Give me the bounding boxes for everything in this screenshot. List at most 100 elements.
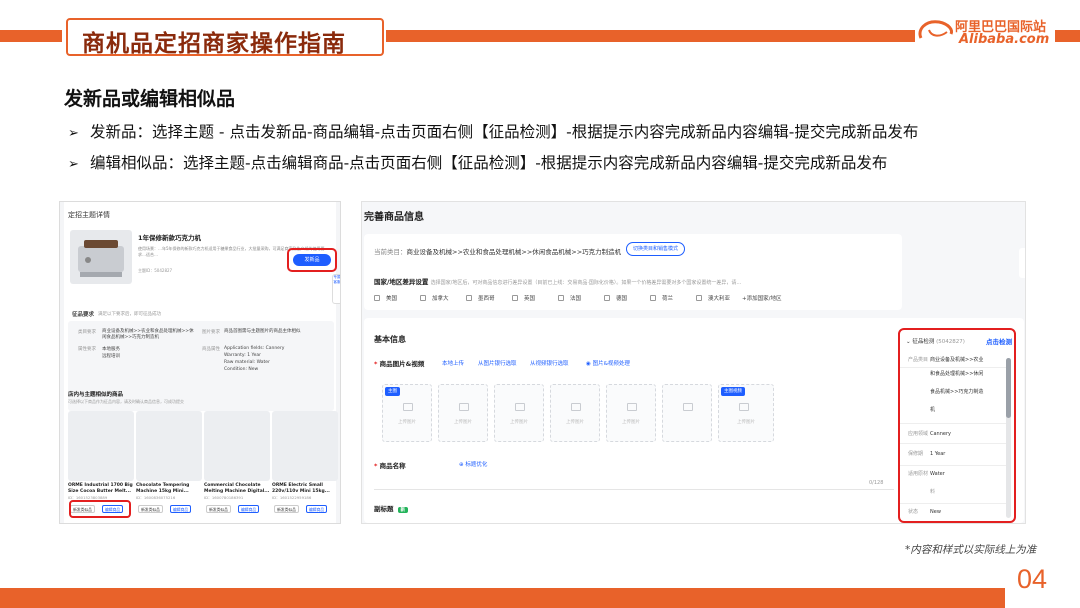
alibaba-logo: 阿里巴巴国际站 Alibaba.com <box>915 10 1055 52</box>
similar-product-name[interactable]: Commercial Chocolate Melting Machine Dig… <box>204 483 270 495</box>
arrow-bullet-icon: ➢ <box>68 126 79 141</box>
side-helper-tab[interactable] <box>1019 248 1025 278</box>
highlight-box <box>287 248 337 272</box>
country-checkbox[interactable]: 美国 <box>374 294 397 302</box>
img-req-label: 图片要求 <box>202 330 220 335</box>
section-title: 发新品或编辑相似品 <box>64 88 236 110</box>
product-info-title: 完善商品信息 <box>364 212 424 223</box>
category-value: 商业设备及机械>>农业和食品处理机械>>休闲食品机械>>巧克力制造机 <box>406 248 622 256</box>
region-diff-label: 国家/地区差异设置 <box>374 278 429 286</box>
similar-product-image[interactable] <box>204 411 270 481</box>
similar-products-note: 可选择以下商品作为征品内容，请及时确认商品信息，可成功提交 <box>68 399 184 404</box>
upload-slot[interactable] <box>662 384 712 442</box>
new-badge: 新 <box>397 507 408 513</box>
check-row: 料 <box>900 486 1006 504</box>
theme-detail-heading: 定招主题详情 <box>68 211 110 219</box>
similar-product-image[interactable] <box>68 411 134 481</box>
attr-item: Raw material: Water <box>224 360 270 365</box>
similar-product-image[interactable] <box>136 411 202 481</box>
edit-product-button[interactable]: 编辑商品 <box>170 505 192 513</box>
attr-req-label: 属性要求 <box>78 347 96 352</box>
category-box: 当前类目：商业设备及机械>>农业和食品处理机械>>休闲食品机械>>巧克力制造机 … <box>364 234 902 310</box>
image-bank-link[interactable]: 从图片银行选取 <box>478 359 517 367</box>
cat-req-label: 类目要求 <box>78 330 96 335</box>
local-upload-link[interactable]: 本地上传 <box>442 359 464 367</box>
requirements-note: 满足以下要求后，即可征品成功 <box>98 312 161 317</box>
upload-slot[interactable]: 上传图片 <box>550 384 600 442</box>
image-icon <box>627 403 637 411</box>
subtitle-label: 副标题新 <box>374 503 408 513</box>
alibaba-logo-mark-icon <box>918 20 953 39</box>
attr-remote-training: 远程培训 <box>102 354 120 359</box>
product-title: 1年保修新款巧克力机 <box>138 234 202 242</box>
footnote: *内容和样式以实际线上为准 <box>905 544 1037 556</box>
similar-product-name[interactable]: ORME Electric Small 220v/110v Mini 15kg.… <box>272 483 338 495</box>
product-name-label: * 商品名称 <box>374 462 406 470</box>
similar-product-id: ID：1601522959186 <box>272 495 312 500</box>
name-char-count: 0/128 <box>869 480 884 486</box>
country-checkbox[interactable]: 德国 <box>604 294 627 302</box>
new-similar-button[interactable]: 新发类似品 <box>274 505 299 513</box>
check-row: 应用领域 Cannery <box>900 428 1006 444</box>
scrollbar-thumb[interactable] <box>1006 358 1011 418</box>
edit-product-button[interactable]: 编辑商品 <box>238 505 260 513</box>
attr-local-service: 本地服务 <box>102 347 120 352</box>
new-similar-button[interactable]: 新发类似品 <box>138 505 163 513</box>
check-panel-header: ⌄ 征品检测 (5042827) <box>906 339 965 345</box>
panel-scrollbar[interactable] <box>1006 358 1011 518</box>
similar-product-id: ID：1600836075216 <box>136 495 176 500</box>
upload-slot[interactable]: 主图 上传图片 <box>382 384 432 442</box>
upload-slot[interactable]: 上传图片 <box>438 384 488 442</box>
theme-id: 主题ID：5042827 <box>138 268 173 273</box>
upload-slot[interactable]: 上传图片 <box>606 384 656 442</box>
region-diff-note: 选择国家/地区后，可对商品信息进行差异设置（目前已上线：交易商品·国际化价格）。… <box>430 280 742 286</box>
country-checkbox[interactable]: 墨西哥 <box>466 294 495 302</box>
similar-product-name[interactable]: ORME Industrial 1700 Big Size Cocoa Butt… <box>68 483 134 495</box>
check-row: 适用原材 Water <box>908 471 945 477</box>
country-checkbox[interactable]: 英国 <box>512 294 535 302</box>
attr-item: Warranty: 1 Year <box>224 353 262 358</box>
check-row: 状态 New <box>908 509 941 515</box>
image-icon <box>403 403 413 411</box>
country-checkbox[interactable]: 法国 <box>558 294 581 302</box>
image-process-link[interactable]: ◉ 图片&视频处理 <box>586 359 630 367</box>
img-req-value: 商品首图需与主题图片的商品主体相似 <box>224 329 301 334</box>
similar-products-title: 店内与主题相似的商品 <box>68 392 124 398</box>
country-checkbox[interactable]: 加拿大 <box>420 294 449 302</box>
video-upload-slot[interactable]: 主图视频 上传图片 <box>718 384 774 442</box>
current-category: 当前类目：商业设备及机械>>农业和食品处理机械>>休闲食品机械>>巧克力制造机 <box>374 246 621 256</box>
image-icon <box>459 403 469 411</box>
video-bank-link[interactable]: 从视频银行选取 <box>530 359 569 367</box>
add-region-link[interactable]: +添加国家/地区 <box>742 294 781 302</box>
country-checkbox[interactable]: 澳大利亚 <box>696 294 730 302</box>
check-row: 机 <box>900 404 1006 424</box>
country-checkbox[interactable]: 荷兰 <box>650 294 673 302</box>
chocolate-machine-image <box>70 230 132 284</box>
main-image-tag: 主图 <box>385 387 400 396</box>
category-key: 当前类目： <box>374 248 407 256</box>
switch-category-button[interactable]: 切换类目和销售模式 <box>626 242 686 256</box>
edit-product-button[interactable]: 编辑商品 <box>306 505 328 513</box>
slide: 商机品定招商家操作指南 阿里巴巴国际站 Alibaba.com 发新品或编辑相似… <box>0 0 1080 608</box>
similar-product-name[interactable]: Chocolate Tempering Machine 15kg Mini... <box>136 483 202 495</box>
page-number: 04 <box>1017 564 1048 594</box>
title-optimize-link[interactable]: ⊕ 标题优化 <box>459 460 487 468</box>
attr-item: Application fields: Cannery <box>224 346 285 351</box>
bullet-edit-similar: ➢ 编辑相似品：选择主题-点击编辑商品-点击页面右侧【征品检测】-根据提示内容完成… <box>68 151 887 173</box>
check-row: 食品机械>>巧克力制造 <box>930 389 984 395</box>
image-icon <box>739 403 749 411</box>
main-video-tag: 主图视频 <box>721 387 745 396</box>
theme-detail-panel: 定招主题详情 1年保修新款巧克力机 使用场景：…年5年保修的新款巧克力机适用于糖… <box>64 202 338 523</box>
header-stripe-left <box>0 30 62 42</box>
basic-info-title: 基本信息 <box>374 335 406 344</box>
new-similar-button[interactable]: 新发类似品 <box>206 505 231 513</box>
run-check-button[interactable]: 点击检测 <box>986 336 1012 346</box>
upload-slot[interactable]: 上传图片 <box>494 384 544 442</box>
product-name-input[interactable] <box>374 476 894 490</box>
logo-text-en: Alibaba.com <box>959 32 1050 47</box>
header-title-box: 商机品定招商家操作指南 <box>66 18 384 57</box>
bullet-text: 编辑相似品：选择主题-点击编辑商品-点击页面右侧【征品检测】-根据提示内容完成新… <box>90 154 888 172</box>
similar-product-image[interactable] <box>272 411 338 481</box>
customer-service-tab[interactable]: 专属客服 <box>332 274 340 304</box>
image-video-label: * 商品图片&视频 <box>374 360 425 368</box>
